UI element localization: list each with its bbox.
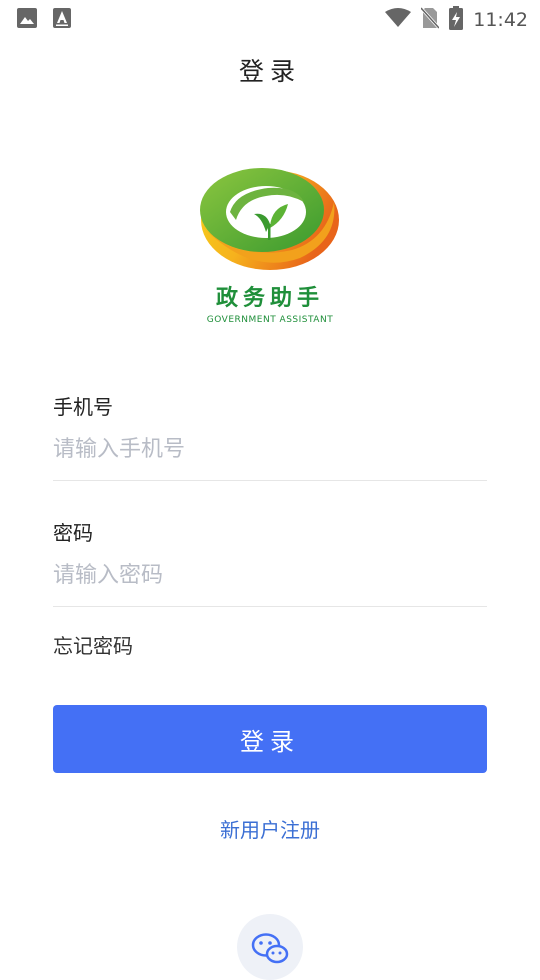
login-button[interactable]: 登录: [53, 705, 487, 773]
a-text-icon: [53, 8, 71, 32]
phone-divider: [53, 480, 487, 481]
logo-name-cn: 政务助手: [215, 286, 324, 311]
phone-label: 手机号: [53, 395, 113, 419]
status-bar: 11:42: [0, 0, 540, 36]
register-link: 新用户注册: [0, 814, 540, 843]
phone-input[interactable]: [53, 431, 487, 467]
page-title: 登录: [238, 57, 301, 86]
logo-name-en: GOVERNMENT ASSISTANT: [206, 315, 334, 325]
no-sim-icon: [420, 6, 441, 33]
app-logo: 政务助手 GOVERNMENT ASSISTANT: [196, 162, 344, 332]
image-icon: [17, 8, 37, 32]
status-left: [17, 8, 71, 32]
status-right: 11:42: [385, 6, 528, 34]
password-divider: [53, 606, 487, 607]
wifi-icon: [385, 8, 412, 32]
status-time: 11:42: [473, 9, 528, 31]
password-label: 密码: [53, 521, 93, 545]
register-link-text[interactable]: 新用户注册: [220, 818, 320, 842]
password-input[interactable]: [53, 557, 487, 593]
forgot-password-link[interactable]: 忘记密码: [53, 630, 133, 659]
battery-charging-icon: [449, 6, 464, 34]
wechat-login-button[interactable]: [237, 914, 303, 980]
